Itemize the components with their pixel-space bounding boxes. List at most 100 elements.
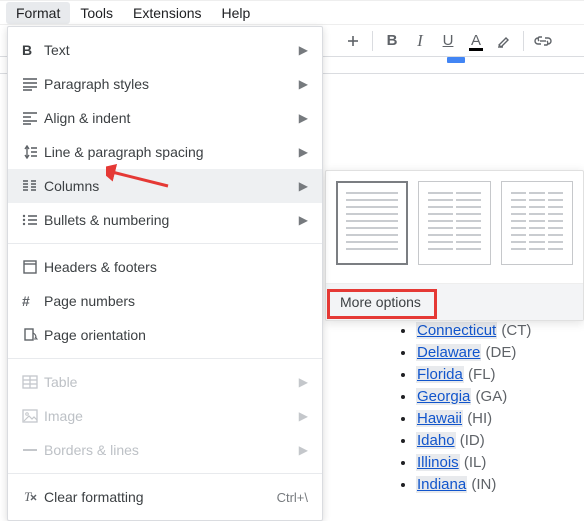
borders-icon [22, 446, 44, 454]
format-paragraph-styles[interactable]: Paragraph styles ▶ [8, 67, 322, 101]
bold-button[interactable]: B [379, 28, 405, 54]
state-link[interactable]: Illinois [416, 454, 460, 471]
insert-image-button[interactable] [340, 28, 366, 54]
state-link[interactable]: Florida [416, 366, 464, 383]
format-headers-footers-label: Headers & footers [44, 259, 308, 275]
columns-presets [336, 181, 573, 265]
state-link[interactable]: Delaware [416, 344, 481, 361]
state-abbr: (FL) [468, 366, 496, 383]
svg-text:T: T [24, 489, 32, 504]
format-borders-lines: Borders & lines ▶ [8, 433, 322, 467]
state-abbr: (IL) [464, 454, 487, 471]
align-icon [22, 111, 44, 125]
highlight-button[interactable] [491, 28, 517, 54]
list-item: Delaware (DE) [416, 342, 584, 364]
state-abbr: (HI) [467, 410, 492, 427]
submenu-arrow-icon: ▶ [299, 77, 308, 91]
state-abbr: (GA) [476, 388, 508, 405]
format-dropdown: B Text ▶ Paragraph styles ▶ Align & inde… [7, 26, 323, 521]
state-abbr: (CT) [501, 322, 531, 339]
list-item: Connecticut (CT) [416, 320, 584, 342]
states-list: Connecticut (CT) Delaware (DE) Florida (… [396, 320, 584, 496]
underline-button[interactable]: U [435, 28, 461, 54]
format-clear-shortcut: Ctrl+\ [277, 490, 308, 505]
format-paragraph-styles-label: Paragraph styles [44, 76, 299, 92]
submenu-arrow-icon: ▶ [299, 43, 308, 57]
format-clear-formatting-label: Clear formatting [44, 489, 277, 505]
format-page-numbers-label: Page numbers [44, 293, 308, 309]
format-page-numbers[interactable]: # Page numbers [8, 284, 322, 318]
submenu-arrow-icon: ▶ [299, 375, 308, 389]
submenu-arrow-icon: ▶ [299, 443, 308, 457]
format-image-label: Image [44, 408, 299, 424]
columns-submenu: More options [325, 170, 584, 321]
format-text-label: Text [44, 42, 299, 58]
headers-icon [22, 259, 44, 275]
format-borders-lines-label: Borders & lines [44, 442, 299, 458]
format-align-indent-label: Align & indent [44, 110, 299, 126]
table-icon [22, 375, 44, 389]
list-item: Idaho (ID) [416, 430, 584, 452]
menu-tools[interactable]: Tools [70, 2, 123, 24]
state-link[interactable]: Hawaii [416, 410, 463, 427]
text-color-button[interactable]: A [463, 28, 489, 54]
columns-preset-3[interactable] [501, 181, 573, 265]
italic-button[interactable]: I [407, 28, 433, 54]
submenu-arrow-icon: ▶ [299, 145, 308, 159]
paragraph-icon [22, 77, 44, 91]
bold-icon: B [22, 42, 44, 58]
format-clear-formatting[interactable]: T Clear formatting Ctrl+\ [8, 480, 322, 514]
menu-format[interactable]: Format [6, 2, 70, 24]
separator [8, 473, 322, 474]
menu-extensions[interactable]: Extensions [123, 2, 211, 24]
menu-help[interactable]: Help [212, 2, 261, 24]
submenu-arrow-icon: ▶ [299, 179, 308, 193]
list-item: Florida (FL) [416, 364, 584, 386]
submenu-arrow-icon: ▶ [299, 111, 308, 125]
page-numbers-icon: # [22, 293, 44, 309]
state-abbr: (DE) [486, 344, 517, 361]
format-page-orientation-label: Page orientation [44, 327, 308, 343]
format-table-label: Table [44, 374, 299, 390]
format-columns-label: Columns [44, 178, 299, 194]
separator [523, 31, 524, 51]
columns-more-options[interactable]: More options [326, 284, 583, 320]
separator [8, 358, 322, 359]
text-color-label: A [471, 32, 481, 49]
format-line-spacing-label: Line & paragraph spacing [44, 144, 299, 160]
format-bullets-numbering-label: Bullets & numbering [44, 212, 299, 228]
state-link[interactable]: Connecticut [416, 322, 497, 339]
format-text[interactable]: B Text ▶ [8, 33, 322, 67]
format-image: Image ▶ [8, 399, 322, 433]
format-align-indent[interactable]: Align & indent ▶ [8, 101, 322, 135]
submenu-arrow-icon: ▶ [299, 213, 308, 227]
clear-formatting-icon: T [22, 489, 44, 505]
list-item: Hawaii (HI) [416, 408, 584, 430]
format-bullets-numbering[interactable]: Bullets & numbering ▶ [8, 203, 322, 237]
list-item: Indiana (IN) [416, 474, 584, 496]
format-columns[interactable]: Columns ▶ [8, 169, 322, 203]
line-spacing-icon [22, 145, 44, 159]
state-abbr: (IN) [471, 476, 496, 493]
format-line-spacing[interactable]: Line & paragraph spacing ▶ [8, 135, 322, 169]
format-page-orientation[interactable]: Page orientation [8, 318, 322, 352]
orientation-icon [22, 327, 44, 343]
separator [372, 31, 373, 51]
insert-link-button[interactable] [530, 28, 556, 54]
state-link[interactable]: Indiana [416, 476, 467, 493]
columns-preset-1[interactable] [336, 181, 408, 265]
list-item: Illinois (IL) [416, 452, 584, 474]
state-link[interactable]: Georgia [416, 388, 471, 405]
separator [8, 243, 322, 244]
submenu-arrow-icon: ▶ [299, 409, 308, 423]
first-indent-marker[interactable] [447, 57, 465, 63]
columns-preset-2[interactable] [418, 181, 490, 265]
image-icon [22, 409, 44, 423]
state-abbr: (ID) [460, 432, 485, 449]
list-item: Georgia (GA) [416, 386, 584, 408]
format-headers-footers[interactable]: Headers & footers [8, 250, 322, 284]
state-link[interactable]: Idaho [416, 432, 456, 449]
columns-icon [22, 179, 44, 193]
menubar: Format Tools Extensions Help [0, 0, 584, 24]
format-table: Table ▶ [8, 365, 322, 399]
